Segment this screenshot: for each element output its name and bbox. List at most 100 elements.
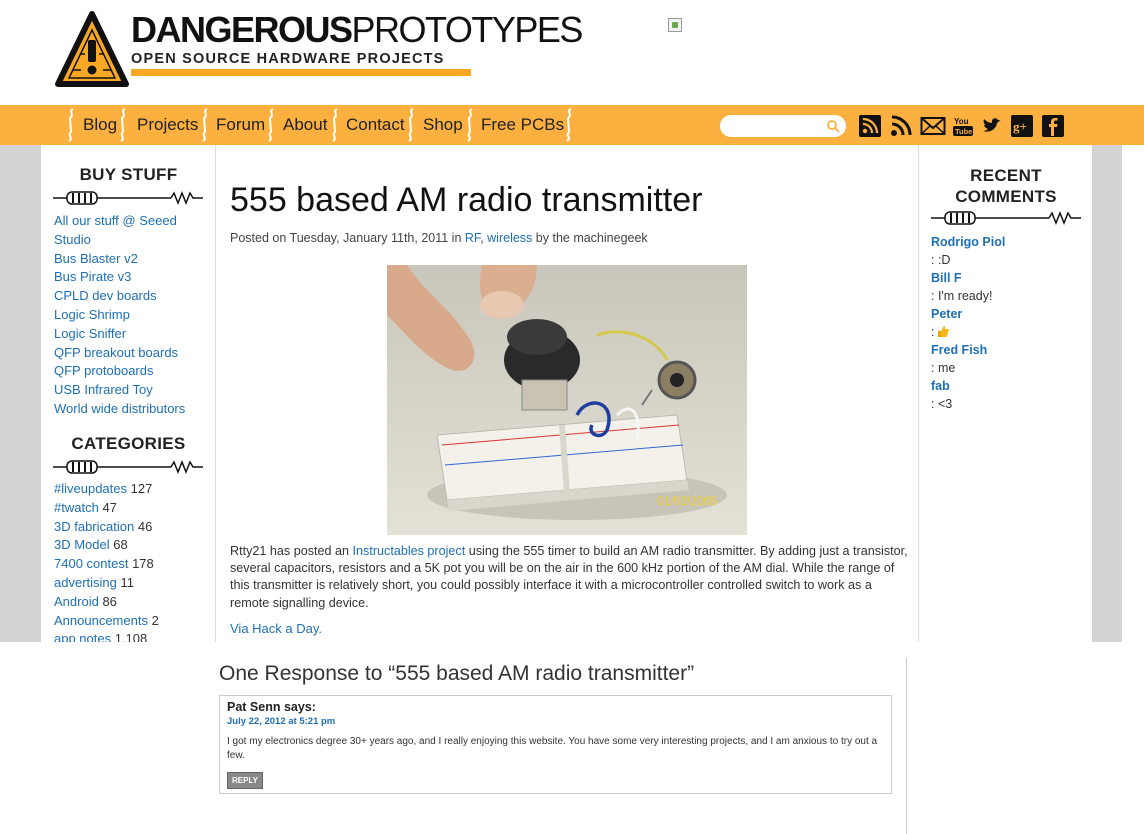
thumbs-up-icon	[937, 326, 949, 337]
list-item: CPLD dev boards	[54, 287, 212, 306]
site-header: DANGEROUSPROTOTYPES OPEN SOURCE HARDWARE…	[0, 0, 1144, 105]
logo-underline-bar	[131, 69, 471, 76]
comment-author-link[interactable]: Fred Fish	[931, 343, 987, 357]
buy-link[interactable]: QFP breakout boards	[54, 345, 178, 360]
category-count: 46	[137, 518, 153, 534]
buy-link[interactable]: Bus Pirate v3	[54, 269, 131, 284]
googleplus-icon[interactable]: g+	[1011, 115, 1033, 137]
logo-wordmark: DANGEROUSPROTOTYPES	[131, 9, 584, 50]
category-link[interactable]: #twatch	[54, 500, 99, 515]
search-input[interactable]	[730, 118, 826, 134]
category-item: #liveupdates 127	[54, 480, 212, 499]
buy-stuff-heading: BUY STUFF	[79, 165, 178, 184]
buy-link[interactable]: All our stuff @ Seeed Studio	[54, 213, 177, 247]
resistor-separator-icon	[332, 108, 338, 142]
post-title: 555 based AM radio transmitter	[230, 181, 703, 219]
buy-link[interactable]: Logic Sniffer	[54, 326, 126, 341]
comment-author-link[interactable]: Peter	[931, 307, 962, 321]
resistor-separator-icon	[68, 108, 74, 142]
comment-excerpt: : I'm ready!	[931, 289, 993, 303]
nav-item-shop[interactable]: Shop	[423, 105, 463, 145]
nav-item-projects[interactable]: Projects	[137, 105, 198, 145]
buy-link[interactable]: World wide distributors	[54, 401, 185, 416]
instructables-link[interactable]: Instructables project	[353, 544, 466, 558]
meta-separator: ,	[480, 231, 484, 245]
comment-excerpt: :	[931, 325, 935, 339]
recent-comment: Rodrigo Piol	[931, 233, 1089, 251]
photo-date-stamp: 01/02/2005	[657, 494, 717, 508]
feed-icon[interactable]	[890, 115, 912, 137]
broken-image-icon	[668, 18, 682, 32]
nav-item-about[interactable]: About	[283, 105, 327, 145]
nav-item-contact[interactable]: Contact	[346, 105, 405, 145]
nav-item-forum[interactable]: Forum	[216, 105, 265, 145]
post-date: Posted on Tuesday, January 11th, 2011 in	[230, 231, 462, 245]
category-link[interactable]: app notes	[54, 631, 111, 642]
svg-text:Tube: Tube	[955, 127, 972, 136]
nav-item-blog[interactable]: Blog	[83, 105, 117, 145]
comment: Pat Senn says: July 22, 2012 at 5:21 pm …	[219, 695, 892, 794]
responses-section: One Response to “555 based AM radio tran…	[215, 658, 907, 834]
resistor-separator-icon	[408, 108, 414, 142]
responses-title: One Response to “555 based AM radio tran…	[219, 662, 695, 685]
category-link[interactable]: 3D fabrication	[54, 519, 134, 534]
comment-date-link[interactable]: July 22, 2012 at 5:21 pm	[227, 716, 335, 727]
svg-text:g+: g+	[1013, 119, 1027, 134]
right-sidebar: RECENT COMMENTS Rodrigo Piol : :D Bill F…	[918, 145, 1092, 642]
category-link[interactable]: advertising	[54, 575, 117, 590]
list-item: QFP protoboards	[54, 362, 212, 381]
buy-link[interactable]: Logic Shrimp	[54, 307, 130, 322]
comment-text: I got my electronics degree 30+ years ag…	[227, 736, 878, 761]
recent-comment: fab	[931, 377, 1089, 395]
category-item: advertising 11	[54, 574, 212, 593]
list-item: QFP breakout boards	[54, 344, 212, 363]
facebook-icon[interactable]	[1042, 115, 1064, 137]
buy-link[interactable]: Bus Blaster v2	[54, 251, 138, 266]
buy-link[interactable]: QFP protoboards	[54, 363, 153, 378]
list-item: USB Infrared Toy	[54, 381, 212, 400]
recent-comments-list: Rodrigo Piol : :D Bill F : I'm ready! Pe…	[931, 233, 1089, 413]
category-link[interactable]: 7400 contest	[54, 556, 128, 571]
comment-author-link[interactable]: fab	[931, 379, 950, 393]
nav-item-free-pcbs[interactable]: Free PCBs	[481, 105, 564, 145]
categories-list: #liveupdates 127 #twatch 47 3D fabricati…	[54, 480, 212, 642]
post-body-text: Rtty21 has posted an	[230, 544, 350, 558]
breadboard-circuit-photo: 01/02/2005	[387, 265, 747, 535]
category-item: Announcements 2	[54, 612, 212, 631]
category-item: 7400 contest 178	[54, 555, 212, 574]
category-count: 2	[151, 612, 159, 628]
recent-comment: Fred Fish	[931, 341, 1089, 359]
resistor-separator-icon	[120, 108, 126, 142]
category-link[interactable]: Announcements	[54, 613, 148, 628]
main-nav: Blog Projects Forum About Contact Shop F…	[0, 105, 1144, 145]
category-link-wireless[interactable]: wireless	[487, 231, 532, 245]
category-link-rf[interactable]: RF	[465, 231, 480, 245]
buy-link[interactable]: CPLD dev boards	[54, 288, 157, 303]
comment-author-link[interactable]: Rodrigo Piol	[931, 235, 1005, 249]
rss-icon[interactable]	[859, 115, 881, 137]
reply-button[interactable]: REPLY	[227, 772, 263, 789]
via-link[interactable]: Via Hack a Day.	[230, 621, 322, 636]
resistor-divider-icon	[53, 460, 203, 474]
main-content: 555 based AM radio transmitter Posted on…	[216, 145, 918, 642]
comment-author-link[interactable]: Bill F	[931, 271, 962, 285]
category-count: 1,108	[114, 631, 148, 642]
left-sidebar: BUY STUFF All our stuff @ Seeed Studio B…	[41, 145, 216, 642]
buy-link[interactable]: USB Infrared Toy	[54, 382, 153, 397]
email-icon[interactable]	[920, 115, 946, 137]
category-link[interactable]: #liveupdates	[54, 481, 127, 496]
youtube-icon[interactable]: YouTube	[952, 115, 974, 137]
twitter-icon[interactable]	[981, 115, 1003, 137]
warning-triangle-logo-icon	[55, 11, 129, 87]
comment-excerpt: : me	[931, 361, 956, 375]
site-logo[interactable]: DANGEROUSPROTOTYPES OPEN SOURCE HARDWARE…	[55, 10, 583, 90]
category-count: 178	[132, 556, 154, 572]
category-link[interactable]: Android	[54, 594, 99, 609]
category-link[interactable]: 3D Model	[54, 537, 110, 552]
post-meta: Posted on Tuesday, January 11th, 2011 in…	[230, 231, 648, 245]
heading-line: RECENT	[970, 166, 1042, 185]
category-count: 47	[102, 499, 117, 515]
resistor-divider-icon	[53, 191, 203, 205]
search-icon[interactable]	[826, 119, 840, 133]
logo-word-thin: PROTOTYPES	[351, 9, 584, 50]
